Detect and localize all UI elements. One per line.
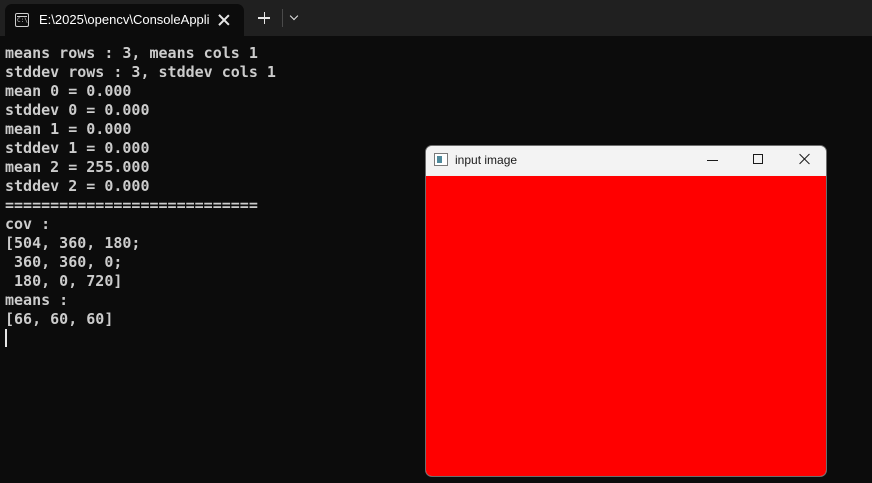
console-line: stddev 0 = 0.000 xyxy=(5,101,150,119)
tab-title: E:\2025\opencv\ConsoleApplic xyxy=(39,12,209,27)
console-line: 180, 0, 720] xyxy=(5,272,123,290)
window-title: input image xyxy=(455,153,518,167)
console-line: means rows : 3, means cols 1 xyxy=(5,44,258,62)
console-line: means : xyxy=(5,291,69,309)
console-line: cov : xyxy=(5,215,51,233)
console-line: mean 2 = 255.000 xyxy=(5,158,150,176)
console-line: stddev 1 = 0.000 xyxy=(5,139,150,157)
console-line: [504, 360, 180; xyxy=(5,234,141,252)
input-image-window[interactable]: input image xyxy=(425,145,827,477)
close-icon[interactable] xyxy=(798,153,810,165)
console-icon-glyph: C:\ xyxy=(17,17,28,24)
plus-icon[interactable] xyxy=(258,11,272,25)
terminal-tab[interactable]: C:\ E:\2025\opencv\ConsoleApplic xyxy=(5,4,244,36)
console-line: ============================ xyxy=(5,196,258,214)
displayed-image xyxy=(426,176,826,476)
console-line: mean 1 = 0.000 xyxy=(5,120,132,138)
window-title-bar[interactable]: input image xyxy=(426,146,826,175)
console-line: stddev rows : 3, stddev cols 1 xyxy=(5,63,276,81)
terminal-tab-bar: C:\ E:\2025\opencv\ConsoleApplic xyxy=(0,0,872,36)
tab-divider xyxy=(282,9,283,27)
close-tab-icon[interactable] xyxy=(217,13,231,27)
console-line: mean 0 = 0.000 xyxy=(5,82,132,100)
console-line: 360, 360, 0; xyxy=(5,253,123,271)
console-line: [66, 60, 60] xyxy=(5,310,114,328)
opencv-window-icon xyxy=(434,153,448,166)
console-output: means rows : 3, means cols 1 stddev rows … xyxy=(5,44,276,329)
maximize-icon[interactable] xyxy=(753,154,763,164)
minimize-icon[interactable] xyxy=(707,160,718,161)
text-cursor xyxy=(5,329,7,347)
console-line: stddev 2 = 0.000 xyxy=(5,177,150,195)
chevron-down-icon[interactable] xyxy=(289,12,301,22)
console-icon: C:\ xyxy=(15,13,29,27)
